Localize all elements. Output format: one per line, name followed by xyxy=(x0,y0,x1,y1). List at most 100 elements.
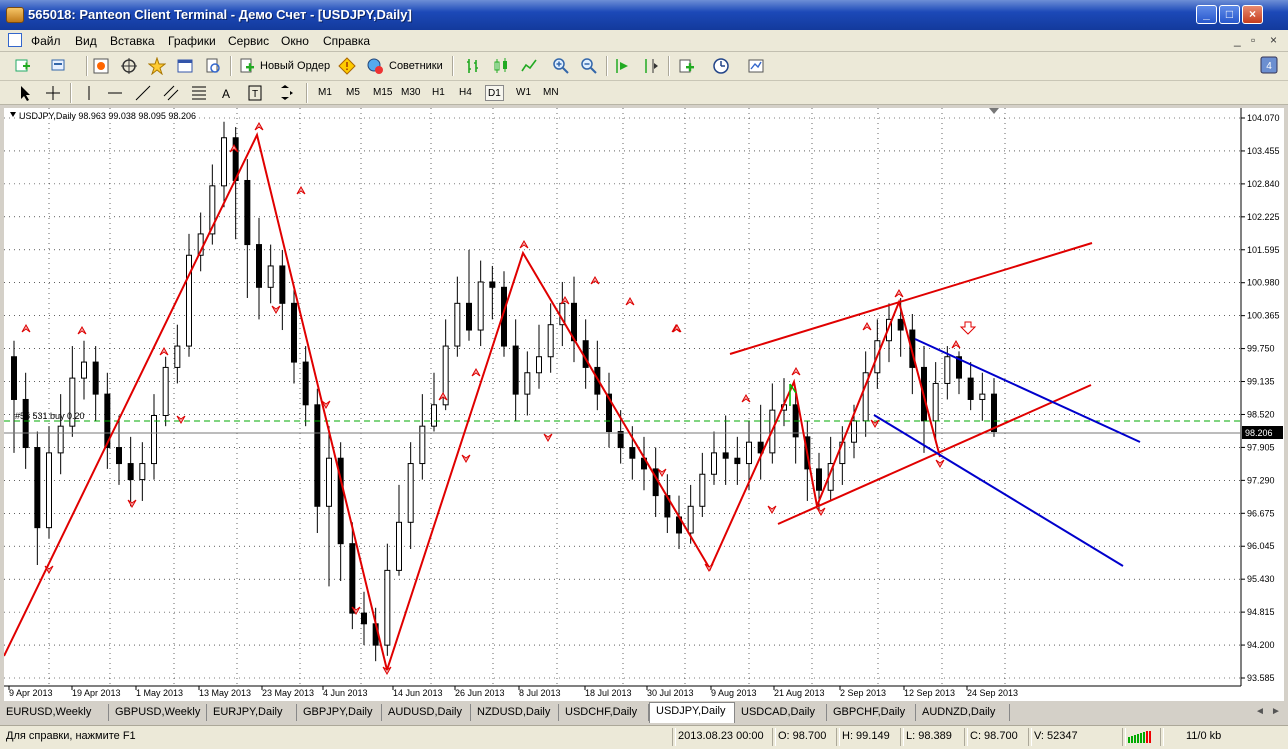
chart-window-icon[interactable] xyxy=(8,33,22,47)
new-order-button[interactable]: Новый Ордер xyxy=(260,60,330,72)
chart-window[interactable]: 104.070 103.455 102.840 102.225 101.595 100.9… xyxy=(3,108,1284,701)
zoom-out-icon[interactable] xyxy=(580,57,598,75)
price-tick-label: 96.045 xyxy=(1247,541,1275,551)
timeframe-d1[interactable]: D1 xyxy=(485,85,504,101)
tab-eurusd-weekly[interactable]: EURUSD,Weekly xyxy=(0,704,109,721)
candle xyxy=(512,319,519,421)
trendline-icon[interactable] xyxy=(134,84,152,102)
candlestick-chart-icon[interactable] xyxy=(492,57,510,75)
text-label-icon[interactable]: T xyxy=(246,84,264,102)
tabs-scroll-left[interactable]: ◄ xyxy=(1255,706,1265,717)
mdi-close-button[interactable]: × xyxy=(1270,33,1277,47)
periods-icon[interactable] xyxy=(712,57,730,75)
candle xyxy=(267,244,274,304)
timeframe-m5[interactable]: M5 xyxy=(344,85,362,101)
notifications-icon[interactable]: 4 xyxy=(1260,56,1278,74)
tab-gbpchf-daily[interactable]: GBPCHF,Daily xyxy=(827,704,916,721)
fractal-up-marker xyxy=(77,325,87,335)
minimize-button[interactable]: _ xyxy=(1196,5,1217,24)
timeframe-h4[interactable]: H4 xyxy=(457,85,474,101)
timeframe-w1[interactable]: W1 xyxy=(514,85,533,101)
crosshair-icon[interactable] xyxy=(44,84,62,102)
time-tick-label: 18 Jul 2013 xyxy=(585,688,632,698)
candle xyxy=(326,426,332,587)
zigzag-line xyxy=(3,132,941,674)
timeframe-m30[interactable]: M30 xyxy=(399,85,422,101)
strategy-tester-icon[interactable] xyxy=(204,57,222,75)
menu-window[interactable]: Окно xyxy=(281,34,309,48)
menu-insert[interactable]: Вставка xyxy=(110,34,155,48)
close-button[interactable]: × xyxy=(1242,5,1263,24)
mdi-minimize-button[interactable]: _ xyxy=(1234,33,1241,47)
tab-audusd-daily[interactable]: AUDUSD,Daily xyxy=(382,704,471,721)
market-watch-icon[interactable] xyxy=(92,57,110,75)
price-tick-label: 99.750 xyxy=(1247,344,1275,354)
line-chart-icon[interactable] xyxy=(520,57,538,75)
timeframe-mn[interactable]: MN xyxy=(541,85,561,101)
standard-toolbar: Новый Ордер Советники 4 xyxy=(0,52,1288,81)
chart-shift-icon[interactable] xyxy=(642,57,660,75)
candle xyxy=(524,351,531,416)
fractal-down-marker xyxy=(271,305,281,315)
candle xyxy=(302,346,309,427)
new-chart-icon[interactable] xyxy=(14,57,32,75)
terminal-icon[interactable] xyxy=(176,57,194,75)
tab-eurjpy-daily[interactable]: EURJPY,Daily xyxy=(207,704,297,721)
price-tick-label: 97.290 xyxy=(1247,475,1275,485)
tab-gbpusd-weekly[interactable]: GBPUSD,Weekly xyxy=(109,704,207,721)
title-bar[interactable]: 565018: Panteon Client Terminal - Демо С… xyxy=(0,0,1288,30)
equidistant-channel-icon[interactable] xyxy=(162,84,180,102)
cursor-icon[interactable] xyxy=(16,84,34,102)
menu-view[interactable]: Вид xyxy=(75,34,97,48)
tab-nzdusd-daily[interactable]: NZDUSD,Daily xyxy=(471,704,559,721)
candle xyxy=(279,249,286,331)
price-chart[interactable]: 104.070 103.455 102.840 102.225 101.595 100.9… xyxy=(3,108,1284,701)
expert-advisors-icon[interactable] xyxy=(366,57,384,75)
tab-usdjpy-daily[interactable]: USDJPY,Daily xyxy=(649,702,735,723)
time-tick-label: 23 May 2013 xyxy=(262,688,314,698)
timeframe-m15[interactable]: M15 xyxy=(371,85,394,101)
zoom-in-icon[interactable] xyxy=(552,57,570,75)
tabs-scroll-right[interactable]: ► xyxy=(1271,706,1281,717)
candle xyxy=(606,372,612,448)
indicators-icon[interactable] xyxy=(678,57,696,75)
candle xyxy=(477,260,484,347)
profiles-icon[interactable] xyxy=(50,57,68,75)
line-studies-toolbar: A T M1 M5 M15 M30 H1 H4 D1 W1 MN xyxy=(0,81,1288,105)
arrows-icon[interactable] xyxy=(276,84,294,102)
navigator-icon[interactable] xyxy=(148,57,166,75)
price-tick-label: 100.980 xyxy=(1247,278,1280,288)
auto-scroll-icon[interactable] xyxy=(614,57,632,75)
svg-text:4: 4 xyxy=(1266,61,1272,72)
timeframe-m1[interactable]: M1 xyxy=(316,85,334,101)
price-tick-label: 95.430 xyxy=(1247,574,1275,584)
alert-icon[interactable] xyxy=(338,57,356,75)
tab-usdchf-daily[interactable]: USDCHF,Daily xyxy=(559,704,649,721)
svg-text:T: T xyxy=(252,89,258,100)
time-tick-label: 19 Apr 2013 xyxy=(72,688,121,698)
menu-file[interactable]: Файл xyxy=(31,34,61,48)
expert-advisors-button[interactable]: Советники xyxy=(389,60,443,72)
menu-help[interactable]: Справка xyxy=(323,34,370,48)
tab-audnzd-daily[interactable]: AUDNZD,Daily xyxy=(916,704,1010,721)
data-window-icon[interactable] xyxy=(120,57,138,75)
mdi-restore-button[interactable]: ▫ xyxy=(1251,33,1255,47)
maximize-button[interactable]: □ xyxy=(1219,5,1240,24)
bar-chart-icon[interactable] xyxy=(464,57,482,75)
status-volume: V: 52347 xyxy=(1034,730,1078,742)
menu-charts[interactable]: Графики xyxy=(168,34,216,48)
tab-gbpjpy-daily[interactable]: GBPJPY,Daily xyxy=(297,704,382,721)
timeframe-h1[interactable]: H1 xyxy=(430,85,447,101)
vertical-line-icon[interactable] xyxy=(80,84,98,102)
fibonacci-icon[interactable] xyxy=(190,84,208,102)
tab-usdcad-daily[interactable]: USDCAD,Daily xyxy=(735,704,827,721)
new-order-icon[interactable] xyxy=(238,57,256,75)
templates-icon[interactable] xyxy=(747,57,765,75)
candle xyxy=(571,276,577,363)
menu-tools[interactable]: Сервис xyxy=(228,34,269,48)
horizontal-line-icon[interactable] xyxy=(106,84,124,102)
text-tool-button[interactable]: A xyxy=(222,87,230,101)
candle xyxy=(769,383,776,464)
candle xyxy=(466,249,472,341)
candle xyxy=(384,543,391,656)
